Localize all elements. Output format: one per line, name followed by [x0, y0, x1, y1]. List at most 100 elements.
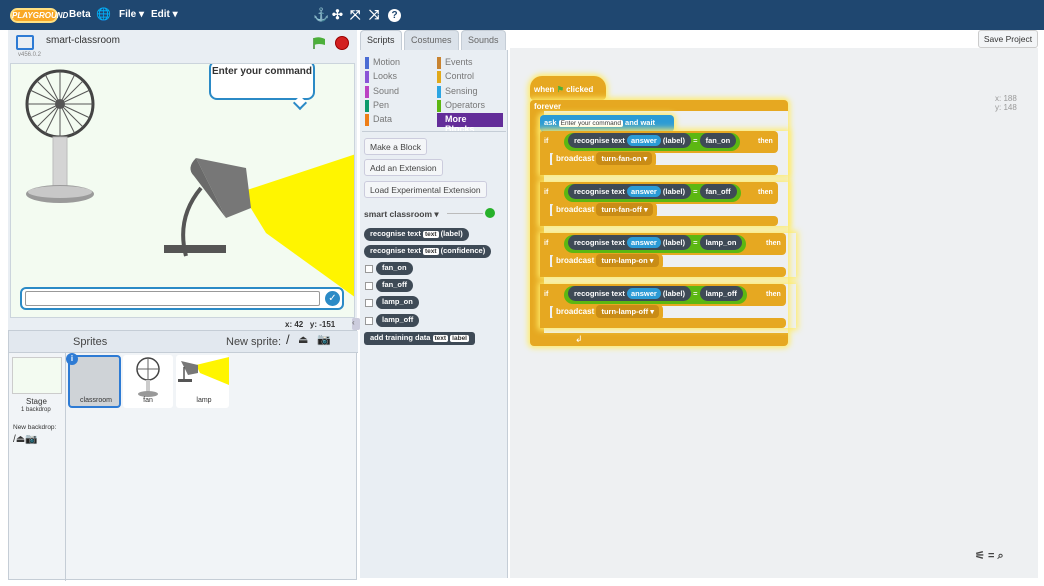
- reset-zoom-icon[interactable]: =: [988, 550, 994, 562]
- cleanup-icon[interactable]: ⚟: [975, 550, 985, 562]
- help-icon[interactable]: ?: [388, 9, 401, 22]
- recognise-label-block[interactable]: recognise text text (label): [364, 228, 469, 241]
- version-label: v456.0.2: [18, 52, 42, 58]
- ask-block[interactable]: ask Enter your command and wait: [540, 115, 674, 132]
- checkbox[interactable]: [365, 282, 373, 290]
- stop-icon[interactable]: [335, 36, 349, 50]
- equals-operator[interactable]: recognise text answer (label) = fan_off: [564, 184, 741, 202]
- fan-on-reporter[interactable]: fan_on: [376, 262, 413, 275]
- message-dropdown[interactable]: turn-fan-on ▾: [596, 152, 653, 165]
- category-control[interactable]: Control: [437, 71, 474, 84]
- category-more-blocks[interactable]: More Blocks: [437, 113, 503, 134]
- new-sprite-label: New sprite:: [226, 336, 282, 348]
- broadcast-block[interactable]: broadcast turn-fan-on ▾: [552, 152, 657, 167]
- app-logo[interactable]: PLAYGROUND: [10, 8, 68, 23]
- when-flag-clicked-block[interactable]: when ⚑ clicked: [530, 76, 606, 100]
- block-text: ask: [544, 118, 557, 127]
- category-sensing[interactable]: Sensing: [437, 86, 478, 99]
- if-block[interactable]: if recognise text answer (label) = lamp_o…: [540, 284, 796, 328]
- recognise-reporter[interactable]: recognise text answer (label): [568, 133, 691, 148]
- compare-reporter[interactable]: lamp_on: [699, 235, 743, 250]
- checkbox[interactable]: [365, 299, 373, 307]
- recognise-confidence-block[interactable]: recognise text text (confidence): [364, 245, 492, 258]
- shrink-icon[interactable]: ⤨: [369, 7, 379, 23]
- checkbox[interactable]: [365, 265, 373, 273]
- if-block[interactable]: if recognise text answer (label) = fan_on…: [540, 131, 788, 175]
- camera-sprite-icon[interactable]: 📷: [317, 333, 331, 346]
- text-slot[interactable]: text: [422, 231, 439, 238]
- then-label: then: [766, 291, 781, 298]
- add-training-block[interactable]: add training data text label: [364, 332, 475, 345]
- text-slot[interactable]: text: [432, 335, 449, 342]
- compare-reporter[interactable]: fan_on: [699, 133, 737, 148]
- label-slot[interactable]: label: [450, 335, 469, 342]
- coord-x: x: 42: [285, 320, 304, 329]
- ask-input[interactable]: Enter your command: [558, 120, 623, 127]
- message-dropdown[interactable]: turn-fan-off ▾: [596, 203, 653, 216]
- lamp-off-reporter[interactable]: lamp_off: [376, 314, 420, 327]
- info-icon[interactable]: i: [66, 353, 78, 365]
- stage-divider: [65, 353, 66, 581]
- paint-sprite-icon[interactable]: /: [286, 332, 290, 347]
- extension-dropdown[interactable]: smart classroom ▾: [364, 209, 439, 220]
- file-menu[interactable]: File ▾: [119, 9, 144, 20]
- answer-reporter[interactable]: answer: [626, 288, 661, 299]
- make-block-button[interactable]: Make a Block: [364, 138, 428, 155]
- edit-menu[interactable]: Edit ▾: [151, 9, 178, 20]
- zoom-icon[interactable]: ⌕: [997, 550, 1003, 562]
- broadcast-block[interactable]: broadcast turn-lamp-on ▾: [552, 254, 663, 269]
- category-events[interactable]: Events: [437, 57, 473, 70]
- answer-reporter[interactable]: answer: [626, 135, 661, 146]
- green-flag-icon[interactable]: [312, 37, 326, 49]
- block-text: (label): [662, 289, 685, 298]
- category-data[interactable]: Data: [365, 114, 392, 127]
- category-operators[interactable]: Operators: [437, 100, 485, 113]
- save-project-button[interactable]: Save Project: [978, 30, 1038, 48]
- coord-y: y: -151: [309, 320, 336, 329]
- broadcast-block[interactable]: broadcast turn-lamp-off ▾: [552, 305, 663, 320]
- checkbox[interactable]: [365, 317, 373, 325]
- fan-off-reporter[interactable]: fan_off: [376, 279, 413, 292]
- globe-icon[interactable]: 🌐: [96, 7, 111, 21]
- block-text: recognise text: [370, 229, 421, 238]
- if-label: if: [544, 138, 549, 145]
- text-slot[interactable]: text: [422, 248, 439, 255]
- answer-input[interactable]: [25, 291, 320, 306]
- fullscreen-icon[interactable]: [16, 35, 34, 50]
- check-icon[interactable]: ✓: [325, 291, 340, 306]
- category-motion[interactable]: Motion: [365, 57, 400, 70]
- equals-operator[interactable]: recognise text answer (label) = fan_on: [564, 133, 741, 151]
- recognise-reporter[interactable]: recognise text answer (label): [568, 286, 691, 301]
- stage-canvas[interactable]: Enter your command ✓: [10, 63, 355, 318]
- equals-operator[interactable]: recognise text answer (label) = lamp_off: [564, 286, 747, 304]
- compare-reporter[interactable]: fan_off: [699, 184, 737, 199]
- zoom-controls[interactable]: ⚟ = ⌕: [975, 549, 1004, 563]
- answer-reporter[interactable]: answer: [626, 186, 661, 197]
- recognise-reporter[interactable]: recognise text answer (label): [568, 184, 691, 199]
- if-block[interactable]: if recognise text answer (label) = lamp_o…: [540, 233, 796, 277]
- broadcast-block[interactable]: broadcast turn-fan-off ▾: [552, 203, 657, 218]
- grow-icon[interactable]: ⤧: [350, 7, 360, 23]
- category-looks[interactable]: Looks: [365, 71, 397, 84]
- add-extension-button[interactable]: Add an Extension: [364, 159, 443, 176]
- block-text: recognise text: [574, 238, 625, 247]
- backdrop-tools-icons[interactable]: /⏏📷: [13, 434, 38, 445]
- fan-sprite[interactable]: [25, 68, 95, 218]
- upload-sprite-icon[interactable]: ⏏: [298, 333, 308, 346]
- message-dropdown[interactable]: turn-lamp-on ▾: [596, 254, 659, 267]
- collapse-arrow-icon[interactable]: ‹: [352, 318, 360, 330]
- delete-icon[interactable]: ✣: [332, 7, 343, 23]
- recognise-reporter[interactable]: recognise text answer (label): [568, 235, 691, 250]
- if-block[interactable]: if recognise text answer (label) = fan_of…: [540, 182, 788, 226]
- category-sound[interactable]: Sound: [365, 86, 399, 99]
- block-text: broadcast: [556, 154, 595, 163]
- compare-reporter[interactable]: lamp_off: [699, 286, 743, 301]
- stage-thumbnail[interactable]: [12, 357, 62, 394]
- load-experimental-button[interactable]: Load Experimental Extension: [364, 181, 487, 198]
- lamp-on-reporter[interactable]: lamp_on: [376, 296, 419, 309]
- message-dropdown[interactable]: turn-lamp-off ▾: [596, 305, 659, 318]
- answer-reporter[interactable]: answer: [626, 237, 661, 248]
- category-pen[interactable]: Pen: [365, 100, 389, 113]
- equals-operator[interactable]: recognise text answer (label) = lamp_on: [564, 235, 747, 253]
- duplicate-icon[interactable]: ⚓: [313, 7, 329, 23]
